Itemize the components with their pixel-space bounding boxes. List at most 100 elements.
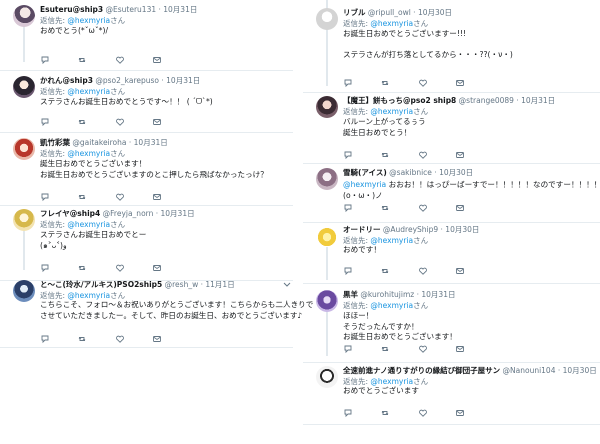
user-name[interactable]: オードリー bbox=[343, 225, 381, 234]
user-name[interactable]: と～こ(玲水/アルキス)PSO2ship5 bbox=[40, 280, 162, 289]
chevron-down-icon[interactable] bbox=[283, 281, 291, 290]
direct-message-icon[interactable] bbox=[152, 192, 162, 202]
user-handle[interactable]: @resh_w bbox=[165, 280, 199, 289]
user-handle[interactable]: @Nanouni104 bbox=[503, 366, 556, 375]
mention-link[interactable]: @hexmyria bbox=[370, 19, 413, 28]
mention-link[interactable]: @hexmyria bbox=[370, 107, 413, 116]
user-handle[interactable]: @Freyja_norn bbox=[103, 209, 154, 218]
tweet-date[interactable]: 10月31日 bbox=[163, 5, 197, 14]
direct-message-icon[interactable] bbox=[152, 55, 162, 65]
retweet-icon[interactable] bbox=[77, 263, 87, 273]
reply-icon[interactable] bbox=[343, 78, 353, 88]
reply-icon[interactable] bbox=[343, 203, 353, 213]
avatar-toko[interactable] bbox=[13, 280, 35, 302]
user-handle[interactable]: @ripull_owl bbox=[368, 8, 411, 17]
mention-link[interactable]: @hexmyria bbox=[67, 220, 110, 229]
user-name[interactable]: 黒羊 bbox=[343, 290, 358, 299]
mention-link[interactable]: @hexmyria bbox=[67, 149, 110, 158]
avatar-karen[interactable] bbox=[13, 76, 35, 98]
reply-icon[interactable] bbox=[40, 263, 50, 273]
direct-message-icon[interactable] bbox=[455, 150, 465, 160]
tweet-date[interactable]: 10月31日 bbox=[134, 138, 168, 147]
tweet-date[interactable]: 10月31日 bbox=[521, 96, 555, 105]
like-icon[interactable] bbox=[115, 55, 125, 65]
user-handle[interactable]: @kurohitujimz bbox=[360, 290, 414, 299]
tweet-date[interactable]: 11月1日 bbox=[205, 280, 234, 289]
retweet-icon[interactable] bbox=[77, 192, 87, 202]
like-icon[interactable] bbox=[418, 408, 428, 418]
user-handle[interactable]: @gaitakeiroha bbox=[72, 138, 126, 147]
tweet-date[interactable]: 10月31日 bbox=[161, 209, 195, 218]
mention-link[interactable]: @hexmyria bbox=[370, 377, 413, 386]
user-handle[interactable]: @sakibnice bbox=[389, 168, 432, 177]
direct-message-icon[interactable] bbox=[455, 408, 465, 418]
avatar-freyja[interactable] bbox=[13, 209, 35, 231]
direct-message-icon[interactable] bbox=[455, 203, 465, 213]
reply-icon[interactable] bbox=[40, 192, 50, 202]
user-name[interactable]: リブル bbox=[343, 8, 366, 17]
reply-icon[interactable] bbox=[40, 117, 50, 127]
direct-message-icon[interactable] bbox=[455, 78, 465, 88]
avatar-iroha[interactable] bbox=[13, 138, 35, 160]
tweet-date[interactable]: 10月31日 bbox=[421, 290, 455, 299]
like-icon[interactable] bbox=[115, 192, 125, 202]
user-handle[interactable]: @AudreyShip9 bbox=[383, 225, 438, 234]
avatar-mochi[interactable] bbox=[316, 96, 338, 118]
retweet-icon[interactable] bbox=[380, 408, 390, 418]
user-handle[interactable]: @pso2_karepuso bbox=[95, 76, 159, 85]
direct-message-icon[interactable] bbox=[152, 117, 162, 127]
retweet-icon[interactable] bbox=[77, 334, 87, 344]
user-name[interactable]: 【魔王】餅もっち@pso2 ship8 bbox=[343, 96, 456, 105]
retweet-icon[interactable] bbox=[380, 266, 390, 276]
retweet-icon[interactable] bbox=[380, 344, 390, 354]
retweet-icon[interactable] bbox=[380, 203, 390, 213]
tweet-date[interactable]: 10月31日 bbox=[166, 76, 200, 85]
reply-icon[interactable] bbox=[343, 266, 353, 276]
mention-link[interactable]: @hexmyria bbox=[67, 291, 110, 300]
user-name[interactable]: 凱竹彩葉 bbox=[40, 138, 70, 147]
tweet-date[interactable]: 10月30日 bbox=[439, 168, 473, 177]
tweet-date[interactable]: 10月30日 bbox=[418, 8, 452, 17]
direct-message-icon[interactable] bbox=[152, 263, 162, 273]
like-icon[interactable] bbox=[115, 334, 125, 344]
reply-icon[interactable] bbox=[343, 408, 353, 418]
like-icon[interactable] bbox=[418, 150, 428, 160]
mention-link[interactable]: @hexmyria bbox=[370, 236, 413, 245]
mention-link[interactable]: @hexmyria bbox=[343, 180, 386, 189]
like-icon[interactable] bbox=[418, 266, 428, 276]
direct-message-icon[interactable] bbox=[152, 334, 162, 344]
like-icon[interactable] bbox=[418, 203, 428, 213]
mention-link[interactable]: @hexmyria bbox=[67, 87, 110, 96]
user-name[interactable]: 雪騎(アイス) bbox=[343, 168, 387, 177]
user-name[interactable]: フレイヤ@ship4 bbox=[40, 209, 100, 218]
mention-link[interactable]: @hexmyria bbox=[370, 301, 413, 310]
retweet-icon[interactable] bbox=[380, 150, 390, 160]
like-icon[interactable] bbox=[115, 263, 125, 273]
reply-icon[interactable] bbox=[343, 344, 353, 354]
like-icon[interactable] bbox=[115, 117, 125, 127]
reply-icon[interactable] bbox=[40, 55, 50, 65]
avatar-audrey[interactable] bbox=[316, 225, 338, 247]
tweet-date[interactable]: 10月30日 bbox=[445, 225, 479, 234]
user-name[interactable]: Esuteru@ship3 bbox=[40, 5, 103, 14]
tweet-date[interactable]: 10月30日 bbox=[563, 366, 597, 375]
avatar-kurohitsuji[interactable] bbox=[316, 290, 338, 312]
avatar-ice[interactable] bbox=[316, 168, 338, 190]
user-name[interactable]: 全速前進ナノ通りすがりの縁結び御団子屋サン bbox=[343, 366, 500, 375]
retweet-icon[interactable] bbox=[77, 117, 87, 127]
user-handle[interactable]: @strange0089 bbox=[459, 96, 514, 105]
direct-message-icon[interactable] bbox=[455, 344, 465, 354]
reply-icon[interactable] bbox=[40, 334, 50, 344]
mention-link[interactable]: @hexmyria bbox=[67, 16, 110, 25]
avatar-esuteru[interactable] bbox=[13, 5, 35, 27]
retweet-icon[interactable] bbox=[77, 55, 87, 65]
avatar-nanouni[interactable] bbox=[316, 366, 338, 388]
reply-icon[interactable] bbox=[343, 150, 353, 160]
avatar-ripull[interactable] bbox=[316, 8, 338, 30]
user-handle[interactable]: @Esuteru131 bbox=[106, 5, 157, 14]
like-icon[interactable] bbox=[418, 344, 428, 354]
retweet-icon[interactable] bbox=[380, 78, 390, 88]
like-icon[interactable] bbox=[418, 78, 428, 88]
direct-message-icon[interactable] bbox=[455, 266, 465, 276]
user-name[interactable]: かれん@ship3 bbox=[40, 76, 93, 85]
